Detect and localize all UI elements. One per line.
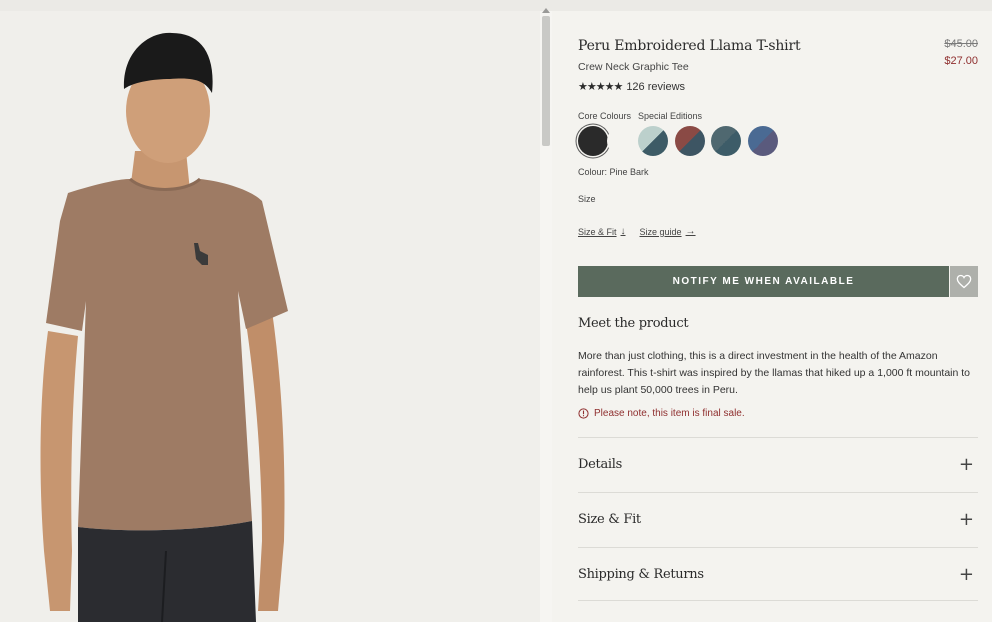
product-description: More than just clothing, this is a direc… [578,350,971,396]
swatch-teal-rust[interactable] [675,126,705,156]
selected-colour: Colour: Pine Bark [578,167,649,177]
accordion-shipping-returns[interactable]: Shipping & Returns + [578,547,978,601]
size-fit-link[interactable]: Size & Fit ↓ [578,226,626,237]
accordion-label: Details [578,457,622,472]
accordion-label: Shipping & Returns [578,566,704,582]
star-rating-icon: ★★★★★ [578,81,623,93]
special-editions-label: Special Editions [638,111,703,121]
swatch-teal-slate[interactable] [711,126,741,156]
rating[interactable]: ★★★★★ 126 reviews [578,80,685,94]
swatch-sage-teal[interactable] [638,126,668,156]
plus-icon[interactable]: + [959,564,978,585]
arrow-down-icon: ↓ [620,226,626,237]
product-image [0,11,540,622]
plus-icon[interactable]: + [959,509,978,530]
plus-icon[interactable]: + [959,454,978,475]
scroll-up-arrow-icon[interactable] [542,8,550,13]
notify-me-button[interactable]: NOTIFY ME WHEN AVAILABLE [578,266,949,297]
size-links: Size & Fit ↓ Size guide → [578,226,696,237]
accordion-label: Size & Fit [578,512,641,527]
core-colours-label: Core Colours [578,111,632,121]
size-guide-link[interactable]: Size guide → [640,226,696,237]
product-title: Peru Embroidered Llama T-shirt [578,38,801,54]
accordion-size-fit[interactable]: Size & Fit + [578,492,978,546]
scrollbar-thumb[interactable] [542,16,550,146]
final-sale-text: Please note, this item is final sale. [594,408,745,419]
product-subtitle: Crew Neck Graphic Tee [578,61,689,73]
arrow-right-icon: → [685,226,696,237]
original-price: $45.00 [944,38,978,50]
accordion-details[interactable]: Details + [578,437,978,491]
reviews-link[interactable]: 126 reviews [626,81,685,93]
swatch-blue-rust[interactable] [748,126,778,156]
final-sale-notice: Please note, this item is final sale. [578,408,745,419]
heart-icon [956,274,972,289]
size-label: Size [578,194,596,204]
swatch-black[interactable] [578,126,608,156]
wishlist-button[interactable] [950,266,978,297]
alert-circle-icon [578,408,589,419]
top-bar [0,0,992,11]
swatch-white[interactable] [607,126,637,156]
sale-price: $27.00 [944,55,978,67]
meet-product-heading: Meet the product [578,316,689,331]
model-photo [40,32,288,622]
